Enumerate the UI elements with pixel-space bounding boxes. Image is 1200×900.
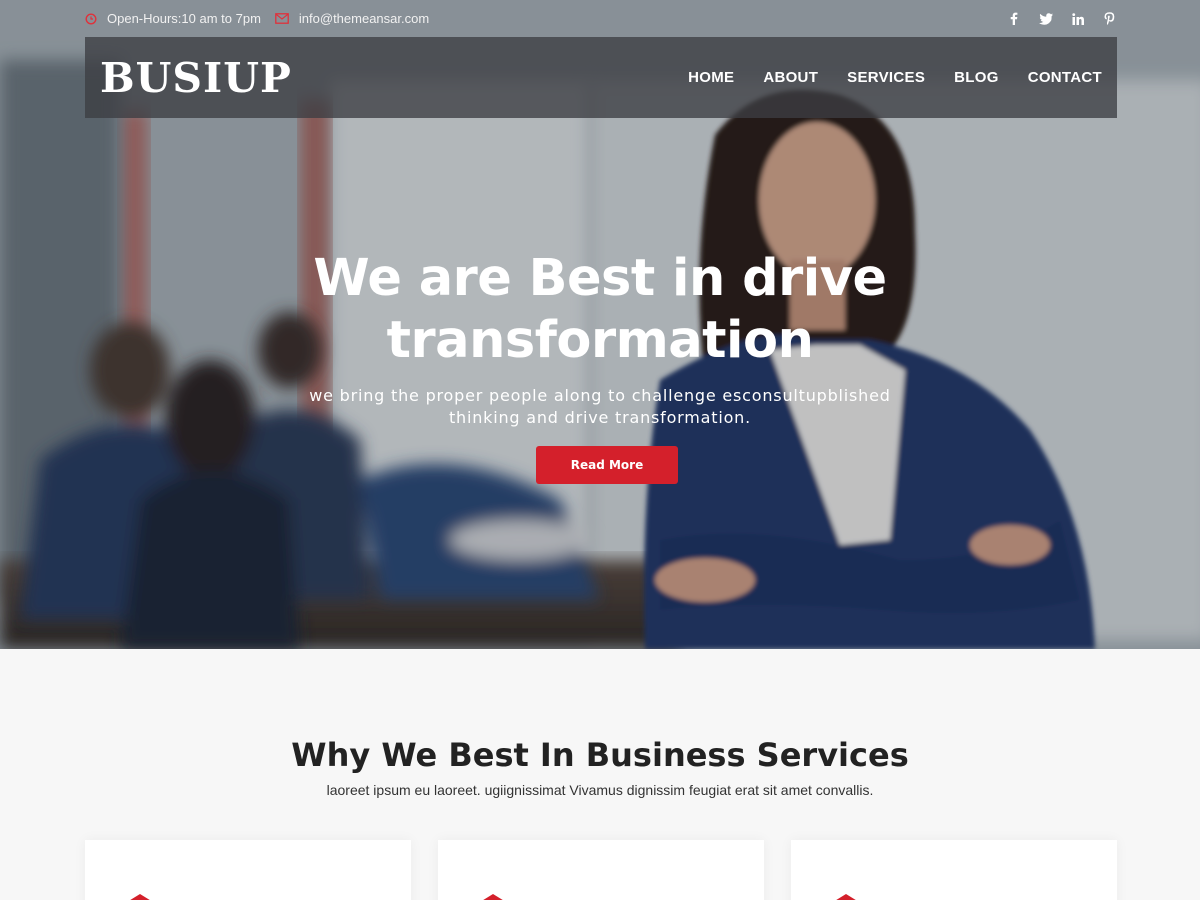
main-menu: HOME ABOUT SERVICES BLOG CONTACT — [688, 69, 1102, 86]
service-icon — [836, 894, 856, 900]
twitter-icon[interactable] — [1038, 11, 1053, 26]
hero-title-line-1: We are Best in drive — [313, 249, 887, 308]
service-icon — [130, 894, 150, 900]
hero-title: We are Best in drive transformation — [250, 248, 950, 372]
nav-blog[interactable]: BLOG — [954, 69, 999, 86]
envelope-icon — [275, 13, 289, 24]
contact-email-text: info@themeansar.com — [298, 11, 430, 26]
service-card-3[interactable] — [791, 840, 1117, 900]
pinterest-icon[interactable] — [1102, 11, 1117, 26]
service-card-2[interactable] — [438, 840, 764, 900]
top-bar: Open-Hours:10 am to 7pm info@themeansar.… — [85, 0, 1117, 37]
site-logo[interactable]: BUSIUP — [100, 54, 292, 102]
nav-about[interactable]: ABOUT — [763, 69, 818, 86]
hero-subtitle-line-2: thinking and drive transformation. — [448, 408, 752, 427]
opening-hours-text: Open-Hours:10 am to 7pm — [107, 11, 261, 26]
nav-services[interactable]: SERVICES — [847, 69, 925, 86]
clock-icon — [85, 12, 97, 25]
hero-subtitle: we bring the proper people along to chal… — [250, 385, 950, 429]
service-card-1[interactable] — [85, 840, 411, 900]
hero-subtitle-line-1: we bring the proper people along to chal… — [309, 386, 891, 405]
nav-contact[interactable]: CONTACT — [1028, 69, 1102, 86]
services-title: Why We Best In Business Services — [291, 736, 909, 774]
services-subtitle: laoreet ipsum eu laoreet. ugiignissimat … — [326, 782, 874, 798]
nav-home[interactable]: HOME — [688, 69, 734, 86]
read-more-button[interactable]: Read More — [536, 446, 678, 484]
main-navbar: BUSIUP HOME ABOUT SERVICES BLOG CONTACT — [85, 37, 1117, 118]
hero-section: Open-Hours:10 am to 7pm info@themeansar.… — [0, 0, 1200, 649]
facebook-icon[interactable] — [1006, 11, 1021, 26]
service-icon — [483, 894, 503, 900]
linkedin-icon[interactable] — [1070, 11, 1085, 26]
contact-email[interactable]: info@themeansar.com — [275, 11, 429, 26]
services-section: Why We Best In Business Services laoreet… — [0, 649, 1200, 900]
opening-hours: Open-Hours:10 am to 7pm — [85, 11, 261, 26]
social-links — [1006, 11, 1117, 26]
hero-title-line-2: transformation — [386, 311, 814, 370]
